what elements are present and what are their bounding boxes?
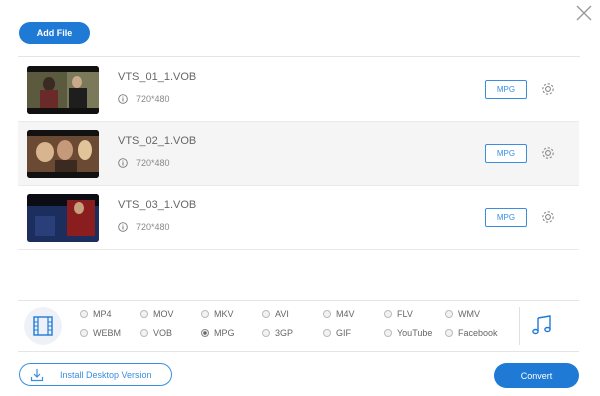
format-option-mpg[interactable]: MPG — [201, 328, 235, 338]
video-thumbnail — [27, 130, 99, 178]
video-thumbnail — [27, 194, 99, 242]
video-thumbnail — [27, 66, 99, 114]
radio-button[interactable] — [140, 310, 148, 318]
file-meta: 720*480 — [118, 158, 170, 168]
format-option-flv[interactable]: FLV — [384, 309, 413, 319]
format-option-mkv[interactable]: MKV — [201, 309, 234, 319]
format-label: MPG — [214, 328, 235, 338]
radio-button[interactable] — [445, 310, 453, 318]
format-label: MP4 — [93, 309, 112, 319]
info-icon[interactable] — [118, 158, 128, 168]
format-label: WEBM — [93, 328, 121, 338]
divider — [18, 56, 580, 57]
radio-button[interactable] — [323, 329, 331, 337]
gear-icon[interactable] — [540, 81, 556, 97]
file-resolution: 720*480 — [136, 222, 170, 232]
file-name: VTS_03_1.VOB — [118, 199, 197, 211]
format-option-youtube[interactable]: YouTube — [384, 328, 432, 338]
radio-button[interactable] — [384, 310, 392, 318]
file-meta: 720*480 — [118, 94, 170, 104]
format-option-vob[interactable]: VOB — [140, 328, 172, 338]
format-option-3gp[interactable]: 3GP — [262, 328, 293, 338]
file-meta: 720*480 — [118, 222, 170, 232]
file-name: VTS_02_1.VOB — [118, 135, 197, 147]
file-name: VTS_01_1.VOB — [118, 71, 197, 83]
format-label: MOV — [153, 309, 174, 319]
format-option-webm[interactable]: WEBM — [80, 328, 121, 338]
format-label: Facebook — [458, 328, 498, 338]
format-label: GIF — [336, 328, 351, 338]
radio-button[interactable] — [80, 310, 88, 318]
add-file-button[interactable]: Add File — [19, 22, 90, 44]
format-option-mp4[interactable]: MP4 — [80, 309, 112, 319]
file-list: VTS_01_1.VOB 720*480 MPG VTS_02_1.VOB 72… — [18, 58, 579, 250]
info-icon[interactable] — [118, 94, 128, 104]
file-resolution: 720*480 — [136, 94, 170, 104]
output-format-button[interactable]: MPG — [485, 80, 527, 99]
radio-button[interactable] — [384, 329, 392, 337]
format-label: M4V — [336, 309, 355, 319]
format-option-wmv[interactable]: WMV — [445, 309, 480, 319]
radio-button[interactable] — [262, 310, 270, 318]
format-label: WMV — [458, 309, 480, 319]
install-desktop-button[interactable]: Install Desktop Version — [19, 363, 172, 386]
radio-button[interactable] — [323, 310, 331, 318]
format-option-m4v[interactable]: M4V — [323, 309, 355, 319]
format-selector: MP4 MOV MKV AVI M4V FLV WMV WEBM VOB MPG… — [18, 300, 579, 352]
info-icon[interactable] — [118, 222, 128, 232]
format-option-gif[interactable]: GIF — [323, 328, 351, 338]
format-label: VOB — [153, 328, 173, 338]
close-icon[interactable] — [575, 4, 593, 22]
format-label: YouTube — [397, 328, 433, 338]
format-label: FLV — [397, 309, 413, 319]
radio-button-selected[interactable] — [201, 329, 209, 337]
radio-button[interactable] — [262, 329, 270, 337]
format-label: 3GP — [275, 328, 294, 338]
format-label: AVI — [275, 309, 289, 319]
file-row[interactable]: VTS_03_1.VOB 720*480 MPG — [18, 186, 579, 250]
film-icon — [33, 316, 53, 336]
gear-icon[interactable] — [540, 209, 556, 225]
divider — [519, 307, 520, 345]
file-resolution: 720*480 — [136, 158, 170, 168]
convert-button[interactable]: Convert — [494, 363, 579, 388]
radio-button[interactable] — [80, 329, 88, 337]
file-row[interactable]: VTS_01_1.VOB 720*480 MPG — [18, 58, 579, 122]
gear-icon[interactable] — [540, 145, 556, 161]
radio-button[interactable] — [140, 329, 148, 337]
format-option-mov[interactable]: MOV — [140, 309, 174, 319]
radio-button[interactable] — [201, 310, 209, 318]
format-option-avi[interactable]: AVI — [262, 309, 289, 319]
download-icon — [30, 368, 44, 381]
video-format-tab[interactable] — [24, 307, 62, 345]
format-option-facebook[interactable]: Facebook — [445, 328, 498, 338]
output-format-button[interactable]: MPG — [485, 208, 527, 227]
output-format-button[interactable]: MPG — [485, 144, 527, 163]
file-row[interactable]: VTS_02_1.VOB 720*480 MPG — [18, 122, 579, 186]
format-label: MKV — [214, 309, 234, 319]
install-label: Install Desktop Version — [60, 369, 152, 380]
radio-button[interactable] — [445, 329, 453, 337]
music-note-icon[interactable] — [531, 314, 553, 336]
